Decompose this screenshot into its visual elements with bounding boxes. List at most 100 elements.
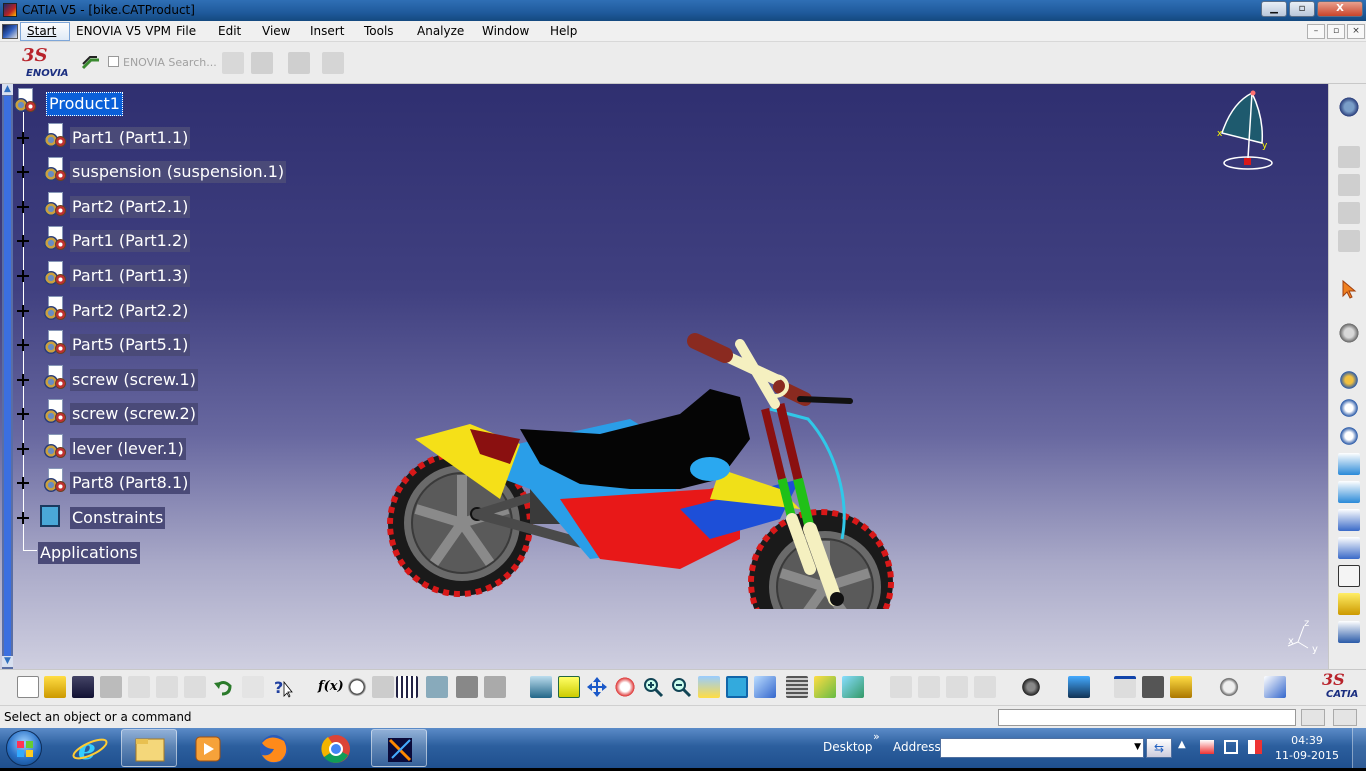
maximize-button[interactable]: ▫ (1289, 1, 1315, 17)
command-input[interactable] (998, 709, 1296, 726)
expand-plus-icon[interactable] (16, 338, 30, 352)
mdi-close-button[interactable]: × (1347, 24, 1365, 39)
multi-view-icon[interactable] (726, 676, 748, 698)
tree-node-label[interactable]: Part1 (Part1.3) (70, 265, 191, 287)
tree-node-label[interactable]: Part2 (Part2.2) (70, 300, 191, 322)
status-button[interactable] (1333, 709, 1357, 726)
fix-component-icon[interactable] (1338, 481, 1360, 503)
gear-icon[interactable] (1338, 96, 1360, 118)
angle-constraint-icon[interactable] (1338, 453, 1360, 475)
lock-icon[interactable] (456, 676, 478, 698)
menu-edit[interactable]: Edit (218, 24, 241, 38)
action-center-icon[interactable] (1200, 740, 1214, 754)
menu-enovia[interactable]: ENOVIA V5 VPM (76, 24, 171, 38)
tree-node[interactable]: Part1 (Part1.2) (14, 226, 274, 252)
hide-show-icon[interactable] (814, 676, 836, 698)
enovia-search-checkbox[interactable]: ENOVIA Search... (108, 56, 217, 69)
comment-icon[interactable] (346, 676, 368, 698)
catalog-browser-icon[interactable] (1338, 593, 1360, 615)
file-explorer-icon[interactable] (121, 729, 177, 767)
expand-plus-icon[interactable] (16, 476, 30, 490)
tree-node-label[interactable]: screw (screw.2) (70, 403, 198, 425)
compass-icon[interactable]: x y (1212, 88, 1278, 174)
system-clock[interactable]: 04:39 11-09-2015 (1272, 733, 1342, 763)
media-player-icon[interactable] (180, 729, 236, 767)
toolbar-chevron-icon[interactable]: » (873, 730, 880, 743)
constraints-label[interactable]: Constraints (70, 507, 166, 529)
bill-of-material-icon[interactable] (1338, 621, 1360, 643)
open-icon[interactable] (44, 676, 66, 698)
tree-node-applications[interactable]: Applications (14, 542, 214, 564)
windows-start-button[interactable] (6, 730, 42, 766)
refresh-icon[interactable] (1218, 676, 1240, 698)
help-icon[interactable]: ? (272, 676, 294, 698)
enovia-logo[interactable]: 3S ENOVIA (18, 45, 70, 81)
measure-between-icon[interactable] (1114, 676, 1136, 698)
coincidence-constraint-icon[interactable] (1338, 369, 1360, 391)
catia-taskbar-icon[interactable] (371, 729, 427, 767)
copy-icon[interactable] (156, 676, 178, 698)
offset-constraint-icon[interactable] (1338, 425, 1360, 447)
catia-app-icon[interactable] (3, 3, 17, 17)
tree-node[interactable]: Part2 (Part2.2) (14, 296, 274, 322)
enovia-sync-icon[interactable] (288, 52, 310, 74)
table-icon[interactable] (396, 676, 418, 698)
expand-plus-icon[interactable] (16, 373, 30, 387)
tree-node[interactable]: screw (screw.1) (14, 365, 274, 391)
select-arrow-icon[interactable] (1338, 278, 1360, 300)
enovia-save-icon[interactable] (251, 52, 273, 74)
contact-constraint-icon[interactable] (1338, 397, 1360, 419)
tree-root-label[interactable]: Product1 (46, 92, 123, 116)
measure-inertia-icon[interactable] (1170, 676, 1192, 698)
network-icon[interactable] (1224, 740, 1238, 754)
expand-plus-icon[interactable] (16, 269, 30, 283)
expand-plus-icon[interactable] (16, 200, 30, 214)
paste-icon[interactable] (184, 676, 206, 698)
menu-insert[interactable]: Insert (310, 24, 344, 38)
tree-node-label[interactable]: screw (screw.1) (70, 369, 198, 391)
tree-node-label[interactable]: Part1 (Part1.2) (70, 230, 191, 252)
scroll-thumb[interactable] (4, 96, 11, 656)
tree-node[interactable]: Part1 (Part1.1) (14, 123, 274, 149)
save-icon[interactable] (72, 676, 94, 698)
fit-all-icon[interactable] (558, 676, 580, 698)
tree-node[interactable]: lever (lever.1) (14, 434, 274, 460)
print-icon[interactable] (100, 676, 122, 698)
desktop-toolbar-label[interactable]: Desktop (823, 740, 873, 754)
tree-node-label[interactable]: lever (lever.1) (70, 438, 186, 460)
expand-plus-icon[interactable] (16, 165, 30, 179)
new-icon[interactable] (17, 676, 39, 698)
tree-node[interactable]: Part1 (Part1.3) (14, 261, 274, 287)
volume-muted-icon[interactable] (1248, 740, 1262, 754)
dropdown-arrow-icon[interactable]: ▼ (1134, 742, 1141, 752)
scroll-up-arrow[interactable]: ▲ (2, 84, 13, 95)
3d-viewport[interactable]: ▲ ▼ Product1 Part1 (Part1.1) suspension … (0, 84, 1328, 669)
tree-node[interactable]: suspension (suspension.1) (14, 157, 287, 183)
catalog-icon[interactable] (1338, 146, 1360, 168)
show-desktop-button[interactable] (1352, 728, 1366, 768)
redo-icon[interactable] (242, 676, 264, 698)
swap-visible-icon[interactable] (842, 676, 864, 698)
applications-label[interactable]: Applications (38, 542, 140, 564)
motorcycle-model[interactable] (380, 239, 910, 609)
update-icon[interactable] (1068, 676, 1090, 698)
zoom-in-icon[interactable] (642, 676, 664, 698)
fix-together-icon[interactable] (1338, 509, 1360, 531)
tree-expand-icon[interactable] (426, 676, 448, 698)
graph-tree-icon[interactable] (1338, 230, 1360, 252)
iso-view-icon[interactable] (754, 676, 776, 698)
scene-icon[interactable] (484, 676, 506, 698)
quick-constraint-icon[interactable] (1338, 537, 1360, 559)
expand-plus-icon[interactable] (16, 442, 30, 456)
menu-analyze[interactable]: Analyze (417, 24, 464, 38)
address-input[interactable]: ▼ (940, 738, 1144, 758)
cut-icon[interactable] (128, 676, 150, 698)
menu-view[interactable]: View (262, 24, 290, 38)
tree-node[interactable]: Part8 (Part8.1) (14, 468, 274, 494)
catia-logo[interactable]: 3S CATIA (1318, 670, 1364, 704)
enovia-send-icon[interactable] (322, 52, 344, 74)
menu-file[interactable]: File (176, 24, 196, 38)
menu-window[interactable]: Window (482, 24, 529, 38)
tree-node[interactable]: screw (screw.2) (14, 399, 274, 425)
close-button[interactable]: X (1317, 1, 1363, 17)
